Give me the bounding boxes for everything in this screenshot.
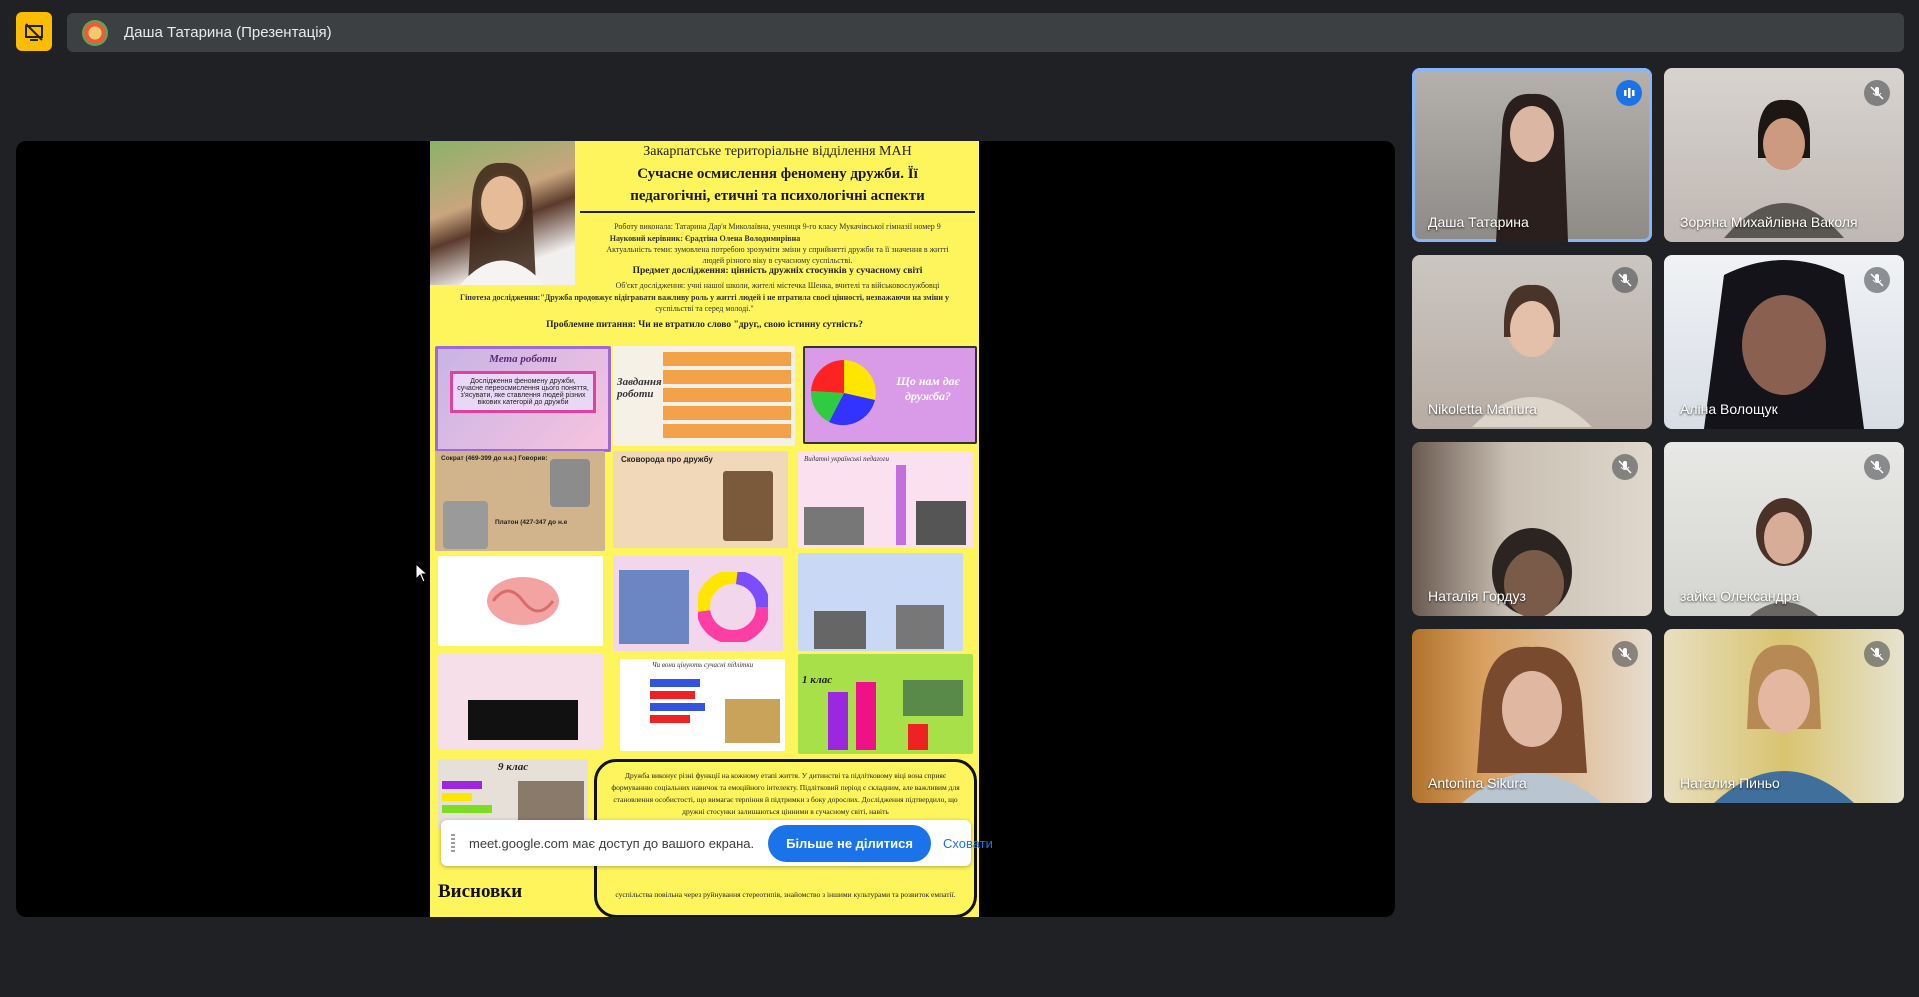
card-socrates: Сократ (469-399 до н.е.) Говорив: [441, 455, 548, 462]
conclusions-label: Висновки [438, 881, 523, 902]
slide-title-line2: педагогічні, етичні та психологічні аспе… [630, 188, 925, 204]
pie-chart-graphic [810, 359, 876, 426]
participant-tile-2[interactable]: Nikoletta Maniura [1412, 255, 1652, 429]
slide-relevance-2: людей різного віку в сучасному суспільст… [702, 256, 853, 265]
participant-tile-6[interactable]: Antonina Sikura [1412, 629, 1652, 803]
card-socrates-plato: Сократ (469-399 до н.е.) Говорив: Платон… [435, 451, 605, 551]
participant-name: Аліна Волощук [1680, 401, 1778, 417]
presentation-slide: Закарпатське територіальне відділення МА… [430, 141, 979, 917]
mic-off-icon [1612, 267, 1638, 293]
card-grade1-title: 1 клас [802, 674, 833, 686]
participant-tile-4[interactable]: Наталія Гордуз [1412, 442, 1652, 616]
participant-name: Зоряна Михайлівна Ваколя [1680, 214, 1858, 230]
slide-title-line1: Сучасне осмислення феномену дружби. Її [637, 166, 918, 182]
participant-name: зайка Олександра [1680, 588, 1800, 604]
mic-off-icon [1612, 641, 1638, 667]
participant-tile-5[interactable]: зайка Олександра [1664, 442, 1904, 616]
hide-button[interactable]: Сховати [943, 836, 993, 851]
speaking-indicator-icon [1616, 80, 1642, 106]
student-photo [430, 141, 575, 285]
slide-org: Закарпатське територіальне відділення МА… [643, 144, 912, 159]
card-class9: 9 клас [438, 759, 588, 829]
participant-name: Nikoletta Maniura [1428, 401, 1537, 417]
share-message: meet.google.com має доступ до вашого екр… [469, 835, 755, 851]
drag-handle-icon[interactable] [451, 834, 455, 852]
slide-hypothesis-1: Гіпотеза дослідження:"Дружба продовжує в… [459, 293, 950, 302]
conclusions-bottom: суспільства повільна через руйнування ст… [615, 890, 956, 899]
participant-name: Наталия Пиньо [1680, 775, 1780, 791]
slide-hypothesis-2: суспільстві та серед молоді." [655, 304, 754, 313]
stop-presenting-button[interactable] [16, 12, 52, 51]
card-grade1: 1 клас [798, 654, 973, 754]
card-asteroid [438, 654, 603, 749]
card-skovoroda-title: Сковорода про дружбу [621, 455, 713, 464]
presenter-avatar [82, 19, 108, 46]
participant-name: Antonina Sikura [1428, 775, 1527, 791]
card-teachers-2 [798, 553, 963, 651]
card-tasks: Завдання роботи [613, 346, 795, 446]
card-goal-title: Мета роботи [489, 353, 557, 365]
mic-off-icon [1864, 80, 1890, 106]
mic-off-icon [1864, 267, 1890, 293]
participant-tile-0[interactable]: Даша Татарина [1412, 68, 1652, 242]
participant-tile-7[interactable]: Наталия Пиньо [1664, 629, 1904, 803]
screen-share-bar: meet.google.com має доступ до вашого екр… [441, 820, 993, 866]
card-class-chart [613, 556, 783, 651]
slide-relevance-1: Актуальність теми: зумовлена потребою зр… [606, 245, 949, 254]
slide-subject: Предмет дослідження: цінність дружніх ст… [632, 266, 923, 276]
participant-name: Даша Татарина [1428, 214, 1529, 230]
mic-off-icon [1864, 641, 1890, 667]
card-survey: Чи вони цінують сучасні підлітки [620, 659, 785, 751]
card-tasks-title: Завдання роботи [617, 376, 662, 400]
slide-supervisor: Науковий керівник: Єрадтіна Олена Володи… [609, 234, 801, 243]
slide-object: Об'єкт дослідження: учні нашої школи, жи… [615, 281, 940, 290]
card-goal: Мета роботи Дослідження феномену дружби,… [435, 346, 611, 452]
card-plato: Платон (427-347 до н.е [495, 519, 568, 526]
conclusions-text: Дружба виконує різні функції на кожному … [611, 771, 960, 816]
participant-tile-3[interactable]: Аліна Волощук [1664, 255, 1904, 429]
card-why-friendship: Що нам дає дружба? [803, 346, 977, 444]
card-survey-title: Чи вони цінують сучасні підлітки [651, 661, 754, 669]
presentation-stage: Закарпатське територіальне відділення МА… [16, 141, 1395, 917]
slide-author: Роботу виконала: Татарина Дар'я Миколаїв… [614, 222, 941, 231]
mic-off-icon [1612, 454, 1638, 480]
card-teachers-1: Видатні українські педагоги [798, 451, 973, 548]
presentation-title-bar: Даша Татарина (Презентація) [67, 13, 1904, 52]
card-goal-text: Дослідження феномену дружби, сучасне пер… [450, 371, 596, 413]
card-teachers-title: Видатні українські педагоги [804, 455, 890, 463]
participant-tile-1[interactable]: Зоряна Михайлівна Ваколя [1664, 68, 1904, 242]
participant-name: Наталія Гордуз [1428, 588, 1526, 604]
card-skovoroda: Сковорода про дружбу [613, 451, 788, 548]
presentation-title: Даша Татарина (Презентація) [124, 24, 332, 41]
card-brain [438, 556, 603, 646]
slide-title: Сучасне осмислення феномену дружби. Її п… [580, 163, 975, 207]
present-off-icon [25, 22, 43, 41]
mouse-cursor-icon [415, 563, 429, 583]
slide-problem: Проблемне питання: Чи не втратило слово … [546, 320, 863, 330]
mic-off-icon [1864, 454, 1890, 480]
card-why-title: Що нам дає дружба? [896, 374, 960, 403]
slide-divider [580, 211, 975, 213]
stop-sharing-button[interactable]: Більше не ділитися [768, 824, 931, 862]
card-class9-title: 9 клас [498, 761, 529, 773]
